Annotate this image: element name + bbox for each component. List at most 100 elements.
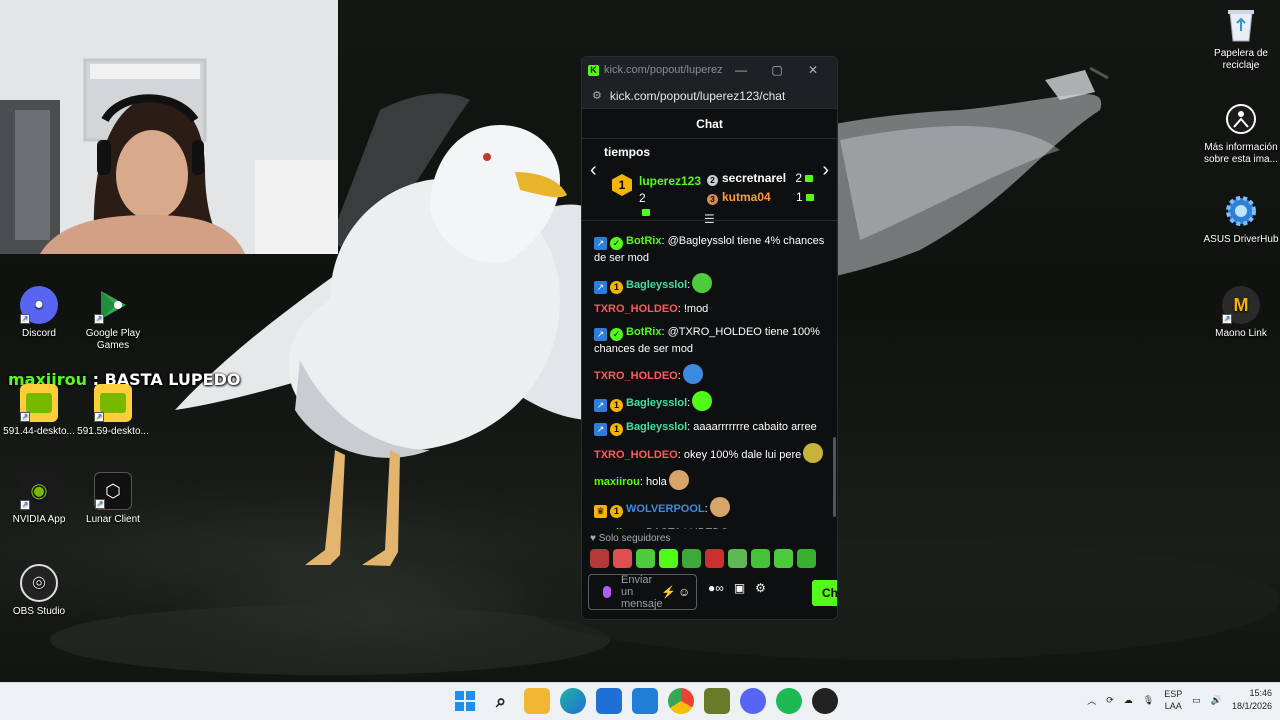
chevron-left-icon[interactable]: ‹ <box>590 159 597 182</box>
store-icon[interactable] <box>596 688 622 714</box>
desktop-icon-label: Lunar Client <box>86 514 140 525</box>
edge-icon[interactable] <box>560 688 586 714</box>
microphone-icon[interactable] <box>603 586 611 598</box>
address-bar[interactable]: ⚙ kick.com/popout/luperez123/chat <box>582 83 837 109</box>
sync-icon[interactable]: ⟳ <box>1106 695 1114 706</box>
bot-badge-icon: ↗ <box>594 328 607 341</box>
chat-message: ↗ 1 Bagleysslol: aaaarrrrrrre cabaito arre… <box>594 419 825 436</box>
desktop-icon-maono-link[interactable]: M ↗ Maono Link <box>1202 286 1280 340</box>
gift-icon <box>805 175 814 182</box>
leader-name[interactable]: secretnarel <box>722 171 786 185</box>
file-explorer-icon[interactable] <box>524 688 550 714</box>
microphone-tray-icon[interactable]: 🎙 <box>1143 695 1154 706</box>
desktop-icon-asus-driverhub[interactable]: ASUS DriverHub <box>1202 192 1280 246</box>
scrollbar[interactable] <box>833 437 836 517</box>
windows-start-icon[interactable] <box>452 688 478 714</box>
desktop-icon-google-play[interactable]: ↗ Google Play Games <box>74 286 152 352</box>
clock[interactable]: 15:46 18/1/2026 <box>1232 687 1272 713</box>
gear-icon <box>1222 192 1260 230</box>
time: 15:46 <box>1249 688 1272 698</box>
chat-text: : !mod <box>677 303 709 315</box>
quick-emote[interactable] <box>705 549 724 568</box>
leaderboard-second: 2 secretnarel 2 <box>707 171 814 186</box>
desktop-icon-label: Maono Link <box>1215 328 1267 339</box>
network-icon[interactable]: ▭ <box>1192 695 1201 706</box>
chat-username[interactable]: TXRO_HOLDEO <box>594 370 678 382</box>
leader-name[interactable]: kutma04 <box>722 190 771 204</box>
bot-badge-icon: ↗ <box>594 281 607 294</box>
obs-taskbar-icon[interactable] <box>812 688 838 714</box>
chat-username[interactable]: TXRO_HOLDEO <box>594 303 678 315</box>
message-input[interactable]: Enviar un mensaje ⚡ ☺ <box>588 574 697 610</box>
chat-username[interactable]: Bagleysslol <box>626 421 687 433</box>
emoji-icon[interactable]: ☺ <box>678 586 690 598</box>
desktop-icon-nvidia-driver-1[interactable]: ↗ 591.44-deskto... <box>0 384 78 438</box>
leader-name[interactable]: luperez123 <box>639 174 701 188</box>
discord-taskbar-icon[interactable] <box>740 688 766 714</box>
spotify-icon[interactable] <box>776 688 802 714</box>
emote-icon <box>709 497 730 517</box>
expand-icon[interactable]: ☰ <box>704 212 715 226</box>
desktop-icon-nvidia-driver-2[interactable]: ↗ 591.59-deskto... <box>74 384 152 438</box>
desktop-icon-discord[interactable]: ● ↗ Discord <box>0 286 78 340</box>
bot-badge-icon: ↗ <box>594 399 607 412</box>
desktop-icon-recycle-bin[interactable]: Papelera de reciclaje <box>1202 6 1280 72</box>
desktop-icon-label: Google Play Games <box>85 328 141 351</box>
gift-icon <box>805 194 814 201</box>
chat-username[interactable]: Bagleysslol <box>626 397 687 409</box>
gift-box-icon[interactable]: ▣ <box>734 581 745 595</box>
kicks-icon[interactable]: ●∞ <box>708 581 724 595</box>
quick-emote[interactable] <box>797 549 816 568</box>
desktop-icon-lunar-client[interactable]: ⬡ ↗ Lunar Client <box>74 472 152 526</box>
app-icon[interactable] <box>704 688 730 714</box>
quick-emote[interactable] <box>774 549 793 568</box>
chat-message: TXRO_HOLDEO: <box>594 364 825 384</box>
send-chat-button[interactable]: Chat <box>812 580 837 606</box>
chat-text: : <box>677 370 681 382</box>
chat-username[interactable]: Bagleysslol <box>626 279 687 291</box>
desktop-icon-obs[interactable]: ◎ OBS Studio <box>0 564 78 618</box>
message-placeholder: Enviar un mensaje <box>621 574 663 610</box>
quick-emote[interactable] <box>659 549 678 568</box>
quick-emote[interactable] <box>682 549 701 568</box>
commands-icon[interactable]: ⚡ <box>661 586 676 598</box>
info-icon <box>1222 100 1260 138</box>
cloud-icon[interactable]: ☁ <box>1124 695 1133 706</box>
desktop-icon-label: NVIDIA App <box>12 514 66 525</box>
desktop-icon-label: Más información sobre esta ima... <box>1204 142 1278 165</box>
chat-username[interactable]: BotRix <box>626 235 661 247</box>
maono-icon: M ↗ <box>1222 286 1260 324</box>
window-title: kick.com/popout/luperez12... <box>604 64 723 76</box>
site-settings-icon[interactable]: ⚙ <box>592 89 602 102</box>
kick-logo-icon: K <box>588 64 599 76</box>
chat-message: TXRO_HOLDEO: !mod <box>594 301 825 317</box>
recycle-bin-icon <box>1222 6 1260 44</box>
desktop-icon-label: ASUS DriverHub <box>1203 234 1279 245</box>
minimize-button[interactable]: — <box>723 63 759 77</box>
chevron-up-icon[interactable]: ︿ <box>1087 694 1096 707</box>
volume-icon[interactable]: 🔊 <box>1211 695 1222 706</box>
chevron-right-icon[interactable]: › <box>822 159 829 182</box>
chat-username[interactable]: maxiirou <box>594 476 640 488</box>
close-button[interactable]: ✕ <box>795 63 831 77</box>
settings-icon[interactable]: ⚙ <box>755 581 766 595</box>
language-indicator[interactable]: ESP LAA <box>1164 688 1182 712</box>
chat-username[interactable]: BotRix <box>626 326 661 338</box>
subscriber-badge-icon: 1 <box>610 399 623 412</box>
chat-username[interactable]: WOLVERPOOL <box>626 503 705 515</box>
quick-emote[interactable] <box>636 549 655 568</box>
outlook-icon[interactable] <box>632 688 658 714</box>
quick-emote[interactable] <box>751 549 770 568</box>
chrome-icon[interactable] <box>668 688 694 714</box>
subscriber-badge-icon: 1 <box>610 281 623 294</box>
lunar-client-icon: ⬡ ↗ <box>94 472 132 510</box>
quick-emote[interactable] <box>590 549 609 568</box>
search-icon[interactable]: ⌕ <box>488 688 514 714</box>
desktop-icon-nvidia-app[interactable]: ◉ ↗ NVIDIA App <box>0 472 78 526</box>
quick-emote[interactable] <box>728 549 747 568</box>
emote-icon <box>692 273 713 293</box>
chat-username[interactable]: TXRO_HOLDEO <box>594 449 678 461</box>
maximize-button[interactable]: ▢ <box>759 63 795 77</box>
desktop-icon-more-info[interactable]: Más información sobre esta ima... <box>1202 100 1280 166</box>
quick-emote[interactable] <box>613 549 632 568</box>
